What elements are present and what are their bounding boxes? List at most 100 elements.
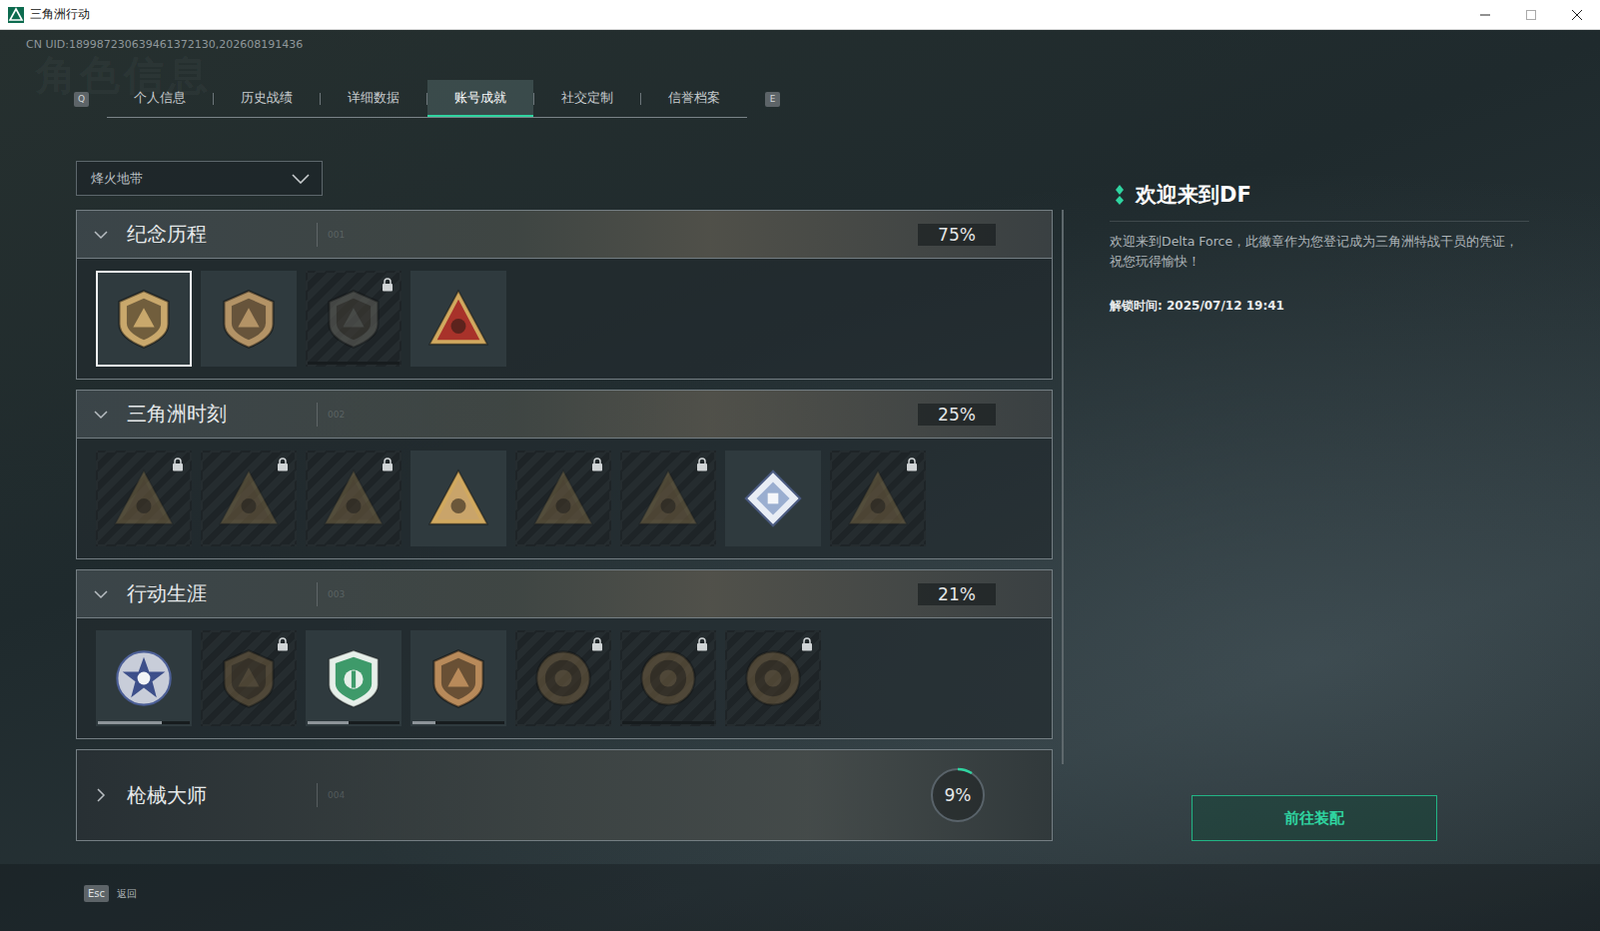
triangle-badge-icon — [636, 466, 701, 531]
badge-cell[interactable] — [200, 270, 297, 367]
achievement-section: 枪械大师 004 9% — [75, 749, 1053, 841]
tab-bar: Q 个人信息 历史战绩 详细数据 账号成就 社交定制 信誉档案 E — [73, 79, 1600, 118]
window-title: 三角洲行动 — [29, 5, 90, 23]
back-label[interactable]: 返回 — [116, 886, 137, 901]
badge-cell[interactable] — [95, 450, 192, 547]
section-percent: 21% — [917, 583, 996, 606]
section-code: 001 — [327, 229, 345, 240]
triangle-badge-icon — [216, 466, 281, 531]
badge-cell[interactable] — [515, 450, 612, 547]
section-divider — [316, 402, 318, 427]
achievement-section: 行动生涯 003 21% — [75, 569, 1053, 740]
section-code: 003 — [327, 589, 345, 600]
section-code: 002 — [327, 409, 345, 420]
triangle-badge-icon — [426, 466, 491, 531]
section-title: 行动生涯 — [126, 580, 207, 608]
achievement-screen: 角色信息 CN UID:189987230639461372130,202608… — [0, 29, 1600, 931]
section-title: 枪械大师 — [126, 782, 207, 809]
lock-icon — [591, 637, 604, 652]
section-header[interactable]: 三角洲时刻 002 25% — [76, 390, 1052, 439]
shield-badge-icon — [111, 286, 176, 351]
detail-description: 欢迎来到Delta Force，此徽章作为您登记成为三角洲特战干员的凭证，祝您玩… — [1109, 231, 1526, 272]
triangle-badge-icon — [531, 466, 596, 531]
badge-progress-bar — [622, 721, 715, 725]
section-progress-ring: 9% — [927, 765, 988, 825]
prev-tab-key[interactable]: Q — [73, 91, 89, 107]
diamond-marker-icon — [1113, 183, 1126, 206]
lock-icon — [276, 457, 289, 472]
badge-cell[interactable] — [200, 450, 297, 547]
round-badge-icon — [741, 646, 805, 711]
tab[interactable]: 历史战绩 — [213, 79, 320, 117]
tab-separator — [640, 92, 642, 105]
section-header[interactable]: 行动生涯 003 21% — [76, 570, 1052, 619]
chevron-down-icon — [291, 173, 310, 184]
tab[interactable]: 社交定制 — [534, 79, 641, 117]
maximize-icon[interactable] — [1508, 0, 1555, 30]
lock-icon — [696, 637, 709, 652]
badge-progress-bar — [412, 721, 505, 725]
star-badge-icon — [111, 646, 176, 711]
minimize-icon[interactable] — [1462, 0, 1509, 30]
lock-icon — [591, 457, 604, 472]
badge-cell[interactable] — [305, 450, 402, 547]
close-icon[interactable] — [1554, 0, 1600, 30]
badge-cell[interactable] — [620, 450, 717, 547]
section-divider — [316, 783, 318, 807]
triangle-badge-icon — [845, 466, 910, 531]
section-percent: 25% — [917, 403, 996, 426]
next-tab-key[interactable]: E — [765, 91, 781, 107]
badge-cell[interactable] — [410, 270, 507, 367]
title-bar: 三角洲行动 — [0, 0, 1600, 30]
badge-cell[interactable] — [305, 270, 402, 367]
detail-header: 欢迎来到DF — [1109, 180, 1530, 209]
chevron-down-icon — [92, 226, 109, 243]
equip-button[interactable]: 前往装配 — [1191, 795, 1438, 841]
badge-cell[interactable] — [95, 630, 192, 727]
badge-cell[interactable] — [515, 630, 612, 727]
badge-cell[interactable] — [410, 630, 507, 727]
shield-badge-icon — [321, 286, 386, 351]
scrollbar[interactable] — [1061, 209, 1064, 765]
badge-cell[interactable] — [725, 450, 821, 547]
tab[interactable]: 个人信息 — [106, 79, 213, 117]
badge-cell[interactable] — [305, 630, 402, 727]
uid-label: CN UID:189987230639461372130,20260819143… — [0, 29, 1600, 52]
shield-badge-icon — [426, 646, 491, 711]
badge-cell[interactable] — [95, 270, 192, 367]
triangle-badge-icon — [111, 466, 176, 531]
badge-detail-panel: 欢迎来到DF 欢迎来到Delta Force，此徽章作为您登记成为三角洲特战干员… — [1109, 160, 1530, 841]
badge-progress-bar — [307, 361, 400, 365]
triangle-badge-icon — [321, 466, 386, 531]
chevron-down-icon — [92, 586, 109, 603]
badge-cell[interactable] — [829, 450, 926, 547]
footer-bar: Esc 返回 — [0, 863, 1600, 931]
tab[interactable]: 信誉档案 — [641, 79, 748, 117]
detail-title: 欢迎来到DF — [1135, 180, 1252, 209]
round-badge-icon — [636, 646, 701, 711]
tab-separator — [533, 92, 535, 105]
badge-cell[interactable] — [410, 450, 507, 547]
tab[interactable]: 详细数据 — [320, 79, 427, 117]
detail-divider — [1109, 220, 1530, 222]
section-header[interactable]: 枪械大师 004 9% — [76, 750, 1052, 840]
crest-badge-icon — [321, 646, 386, 711]
main-body: 烽火地带 纪念历程 001 75% 三角洲时刻 002 25% 行动生涯 003… — [0, 160, 1600, 841]
tab[interactable]: 账号成就 — [427, 79, 534, 117]
lock-icon — [905, 457, 918, 472]
tab-separator — [319, 92, 321, 105]
triangle-badge-icon — [426, 286, 491, 351]
shield-badge-icon — [216, 646, 281, 711]
mode-dropdown[interactable]: 烽火地带 — [75, 160, 323, 196]
badge-grid — [76, 258, 1052, 379]
app-logo-icon — [7, 6, 24, 23]
badge-cell[interactable] — [620, 630, 717, 727]
badge-cell[interactable] — [725, 630, 821, 727]
section-title: 三角洲时刻 — [126, 400, 227, 428]
lock-icon — [800, 637, 813, 652]
section-header[interactable]: 纪念历程 001 75% — [76, 210, 1052, 259]
badge-grid — [76, 438, 1052, 559]
esc-key[interactable]: Esc — [83, 884, 109, 902]
badge-grid — [76, 618, 1052, 739]
badge-cell[interactable] — [200, 630, 297, 727]
